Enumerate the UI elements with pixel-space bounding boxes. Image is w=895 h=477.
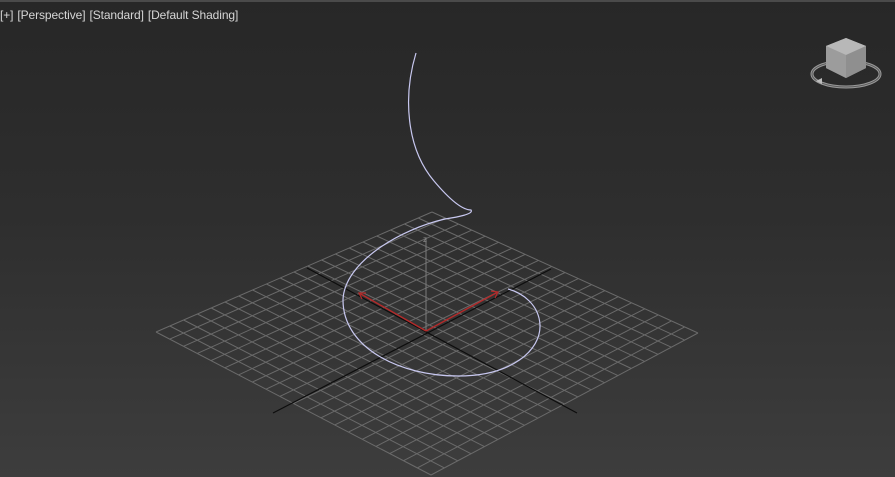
grid-line	[430, 332, 699, 476]
grid-line	[155, 331, 432, 476]
x-axis-arrow-line	[358, 292, 427, 332]
home-grid	[155, 211, 699, 476]
perspective-viewport[interactable]: z [+] [Perspective] [Standard] [Default …	[0, 0, 895, 477]
helix-spline[interactable]	[342, 52, 541, 377]
z-axis-label: z	[423, 235, 427, 244]
scene-canvas[interactable]: z	[0, 0, 895, 477]
grid-line	[197, 313, 472, 455]
viewport-label-menu: [+] [Perspective] [Standard] [Default Sh…	[0, 8, 242, 22]
viewport-shading-menu[interactable]: [Default Shading]	[148, 8, 238, 22]
viewport-pov-menu[interactable]: [Perspective]	[17, 8, 85, 22]
viewcube-icon[interactable]	[806, 34, 886, 94]
grid-line	[183, 319, 458, 462]
grid-line	[169, 325, 445, 469]
grid-line	[417, 326, 685, 469]
viewport-plus-menu[interactable]: [+]	[0, 8, 13, 22]
viewport-standard-menu[interactable]: [Standard]	[89, 8, 143, 22]
y-axis-arrow-line	[425, 291, 499, 332]
